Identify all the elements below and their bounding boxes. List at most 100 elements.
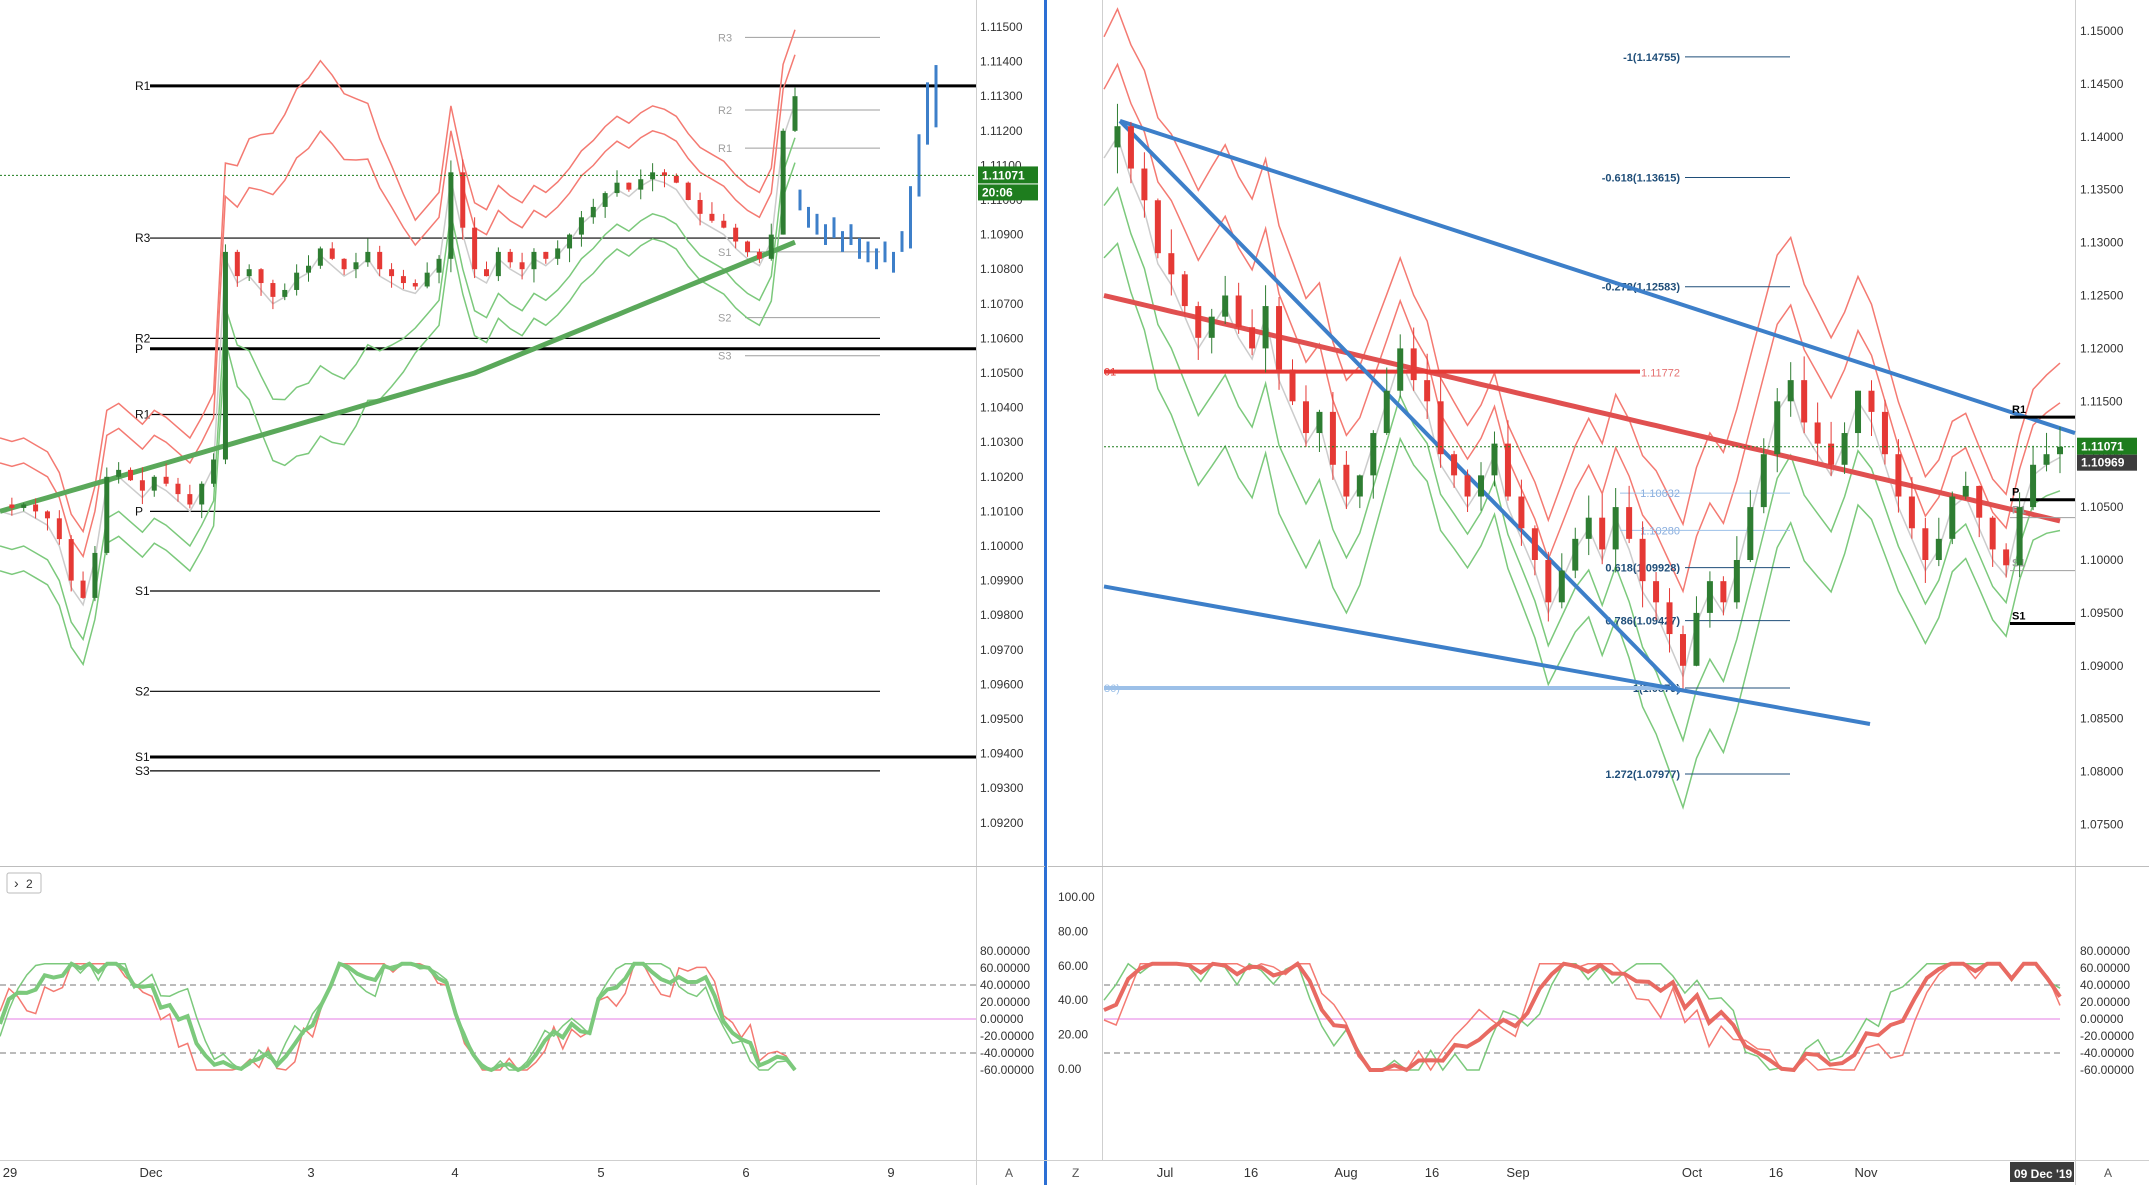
left-price-tick: 1.09500	[980, 712, 1024, 726]
candle-body	[282, 289, 288, 297]
right-osc-tick: 0.00000	[2080, 1012, 2124, 1026]
right-price-tick: 1.08500	[2080, 712, 2124, 726]
left-price-tick: 1.11400	[980, 55, 1023, 69]
right-osc-left-tick: 20.00	[1058, 1028, 1088, 1042]
candle-body	[1316, 411, 1323, 434]
candle-body	[626, 182, 632, 190]
right-osc-tick: -60.00000	[2080, 1063, 2134, 1077]
candle-body	[234, 251, 240, 277]
candle-body	[1370, 433, 1377, 476]
pivot-label: P	[135, 342, 143, 356]
right-price-tick: 1.15000	[2080, 24, 2124, 38]
candle-body	[1168, 253, 1175, 275]
osc-legend-box	[6, 872, 42, 894]
candle-body	[1935, 538, 1942, 560]
candle-body	[258, 269, 264, 284]
candle-body	[1383, 390, 1390, 434]
prev-pivot-label: S3	[718, 351, 731, 363]
candle-body	[1747, 507, 1754, 560]
pivot-label: S3	[135, 764, 150, 778]
pivot-label: S1	[135, 750, 150, 764]
candle-body	[1491, 443, 1498, 476]
right-price-tick: 1.14500	[2080, 77, 2124, 91]
candle-body	[685, 182, 691, 200]
candle-body	[163, 476, 169, 484]
candle-body	[614, 182, 620, 194]
candle-body	[92, 552, 98, 598]
candle-body	[1908, 496, 1915, 529]
candle-body	[222, 251, 228, 460]
candle-body	[1154, 200, 1161, 254]
candle-body	[1922, 528, 1929, 560]
pivot-label: S1	[135, 584, 150, 598]
fib-label: -1(1.14755)	[1623, 52, 1680, 64]
left-price-tick: 1.09800	[980, 608, 1024, 622]
candle-body	[1868, 390, 1875, 412]
prev-pivot-label: S1	[718, 247, 731, 259]
candle-body	[270, 283, 276, 297]
candle-body	[1464, 475, 1471, 497]
left-osc-tick: 0.00000	[980, 1012, 1024, 1026]
candle-body	[424, 272, 430, 287]
candle-body	[128, 469, 134, 481]
candle-body	[104, 476, 110, 553]
candle-body	[329, 248, 335, 259]
candle-body	[756, 251, 762, 259]
left-price-tick: 1.10200	[980, 470, 1024, 484]
candle-body	[472, 227, 478, 270]
left-time-tick: 29	[3, 1165, 17, 1180]
left-osc-tick: 60.00000	[980, 961, 1030, 975]
pivot-label: R1	[135, 79, 151, 93]
candle-body	[567, 234, 573, 249]
chart-canvas[interactable]: R1R3R2PR1PS1S2S1S3R3R2R1S1S2S3 › 2 01-1(1…	[0, 0, 2149, 1185]
candle-body	[306, 265, 312, 273]
right-time-tick: Jul	[1157, 1165, 1174, 1180]
candle-body	[1639, 538, 1646, 582]
pivot-label: S1	[2012, 610, 2025, 622]
candle-body	[1760, 454, 1767, 508]
candle-body	[1706, 581, 1713, 613]
candle-body	[1989, 517, 1996, 550]
candle-body	[555, 248, 561, 259]
left-osc-tick: 40.00000	[980, 978, 1030, 992]
support-label: 86)	[1104, 683, 1120, 695]
left-osc-tick: 20.00000	[980, 995, 1030, 1009]
candle-body	[1976, 485, 1983, 518]
candle-body	[1504, 443, 1511, 497]
left-price-tick: 1.09900	[980, 574, 1024, 588]
left-price-tick: 1.09300	[980, 781, 1024, 795]
left-price-tick: 1.10400	[980, 401, 1024, 415]
candle-body	[389, 269, 395, 277]
candle-body	[56, 518, 62, 540]
pivot-label: P	[135, 504, 143, 518]
right-price-tick: 1.10000	[2080, 553, 2124, 567]
prev-pivot-label: R3	[718, 32, 732, 44]
left-last-price-badge: 1.11071	[982, 168, 1025, 182]
candle-body	[1814, 422, 1821, 444]
candle-body	[638, 179, 644, 190]
candle-body	[1572, 538, 1579, 571]
right-time-tick: 16	[1769, 1165, 1783, 1180]
left-price-tick: 1.10100	[980, 504, 1024, 518]
date-badge: 09 Dec '19	[2014, 1167, 2073, 1181]
right-price-tick: 1.09000	[2080, 659, 2124, 673]
candle-body	[1612, 507, 1619, 550]
right-osc-tick: 20.00000	[2080, 995, 2130, 1009]
osc-legend-label: 2	[26, 877, 33, 891]
candle-body	[1195, 306, 1202, 338]
prev-pivot-label: R1	[718, 143, 732, 155]
candle-body	[1127, 126, 1134, 169]
candle-body	[199, 483, 205, 505]
candle-body	[507, 251, 513, 263]
candle-body	[745, 241, 751, 252]
right-osc-left-tick: 40.00	[1058, 993, 1088, 1007]
candle-body	[353, 262, 359, 270]
candle-body	[294, 272, 300, 290]
candle-body	[139, 480, 145, 491]
candle-body	[80, 580, 86, 598]
left-price-tick: 1.10900	[980, 228, 1024, 242]
candle-body	[151, 476, 157, 491]
right-price-tick: 1.13000	[2080, 236, 2124, 250]
candle-body	[246, 269, 252, 277]
right-time-tick: Oct	[1682, 1165, 1703, 1180]
